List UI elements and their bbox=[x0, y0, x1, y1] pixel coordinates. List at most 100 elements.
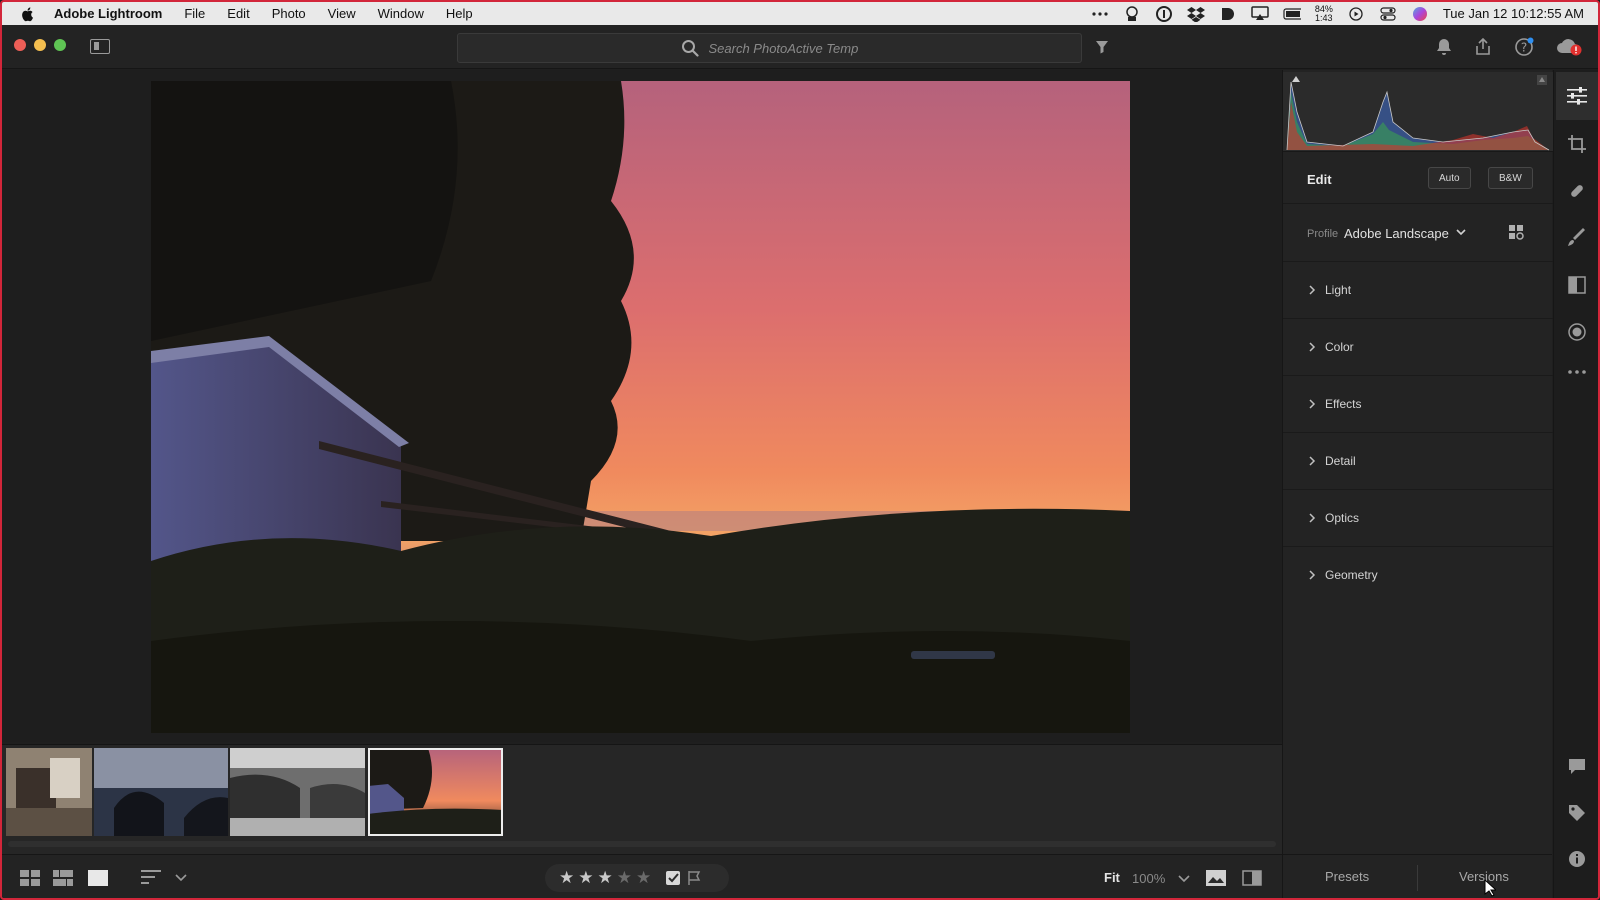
menu-bar-clock[interactable]: Tue Jan 12 10:12:55 AM bbox=[1443, 6, 1584, 21]
section-label: Color bbox=[1325, 340, 1354, 354]
shadow-clip-icon[interactable] bbox=[1291, 75, 1301, 83]
help-icon[interactable]: ? bbox=[1514, 37, 1534, 57]
section-effects[interactable]: Effects bbox=[1283, 376, 1553, 433]
edit-tool[interactable] bbox=[1556, 72, 1598, 120]
tool-strip bbox=[1553, 70, 1598, 898]
apple-icon[interactable] bbox=[20, 6, 36, 22]
chevron-down-icon[interactable] bbox=[175, 874, 187, 882]
before-after-icon[interactable] bbox=[1206, 870, 1226, 886]
filmstrip-scrollbar[interactable] bbox=[8, 841, 1276, 847]
menu-app-name[interactable]: Adobe Lightroom bbox=[54, 6, 162, 21]
screen-mirroring-icon[interactable] bbox=[1251, 6, 1269, 21]
healing-tool[interactable] bbox=[1566, 180, 1588, 202]
star-icon-5[interactable]: ★ bbox=[636, 868, 651, 888]
section-label: Effects bbox=[1325, 397, 1362, 411]
star-icon-4[interactable]: ★ bbox=[617, 868, 632, 888]
more-icon[interactable] bbox=[1091, 7, 1109, 21]
search-bar[interactable] bbox=[457, 33, 1082, 63]
chevron-right-icon bbox=[1309, 570, 1316, 580]
presets-versions-bar: Presets Versions bbox=[1282, 854, 1552, 898]
menu-photo[interactable]: Photo bbox=[272, 6, 306, 21]
battery-status: 84% 1:43 bbox=[1315, 4, 1333, 23]
siri-icon[interactable] bbox=[1411, 6, 1429, 21]
sliders-icon bbox=[1567, 87, 1587, 105]
presets-button[interactable]: Presets bbox=[1325, 869, 1369, 884]
bell-icon[interactable] bbox=[1436, 38, 1452, 56]
menu-view[interactable]: View bbox=[328, 6, 356, 21]
brush-tool[interactable] bbox=[1566, 227, 1588, 249]
svg-text:?: ? bbox=[1521, 41, 1527, 55]
section-color[interactable]: Color bbox=[1283, 319, 1553, 376]
filmstrip-thumbnail-selected[interactable] bbox=[368, 748, 503, 836]
chevron-down-icon[interactable] bbox=[1455, 226, 1467, 238]
pick-flag-icon[interactable] bbox=[665, 870, 683, 886]
alfred-icon[interactable] bbox=[1123, 5, 1141, 21]
filmstrip-thumbnail[interactable] bbox=[230, 748, 365, 836]
compare-icon[interactable] bbox=[1242, 870, 1262, 886]
square-grid-icon[interactable] bbox=[20, 870, 40, 886]
edit-panel: Edit Auto B&W Profile Adobe Landscape Li… bbox=[1282, 70, 1553, 854]
close-window-button[interactable] bbox=[14, 39, 26, 51]
search-input[interactable] bbox=[708, 40, 859, 56]
battery-icon[interactable] bbox=[1283, 7, 1301, 21]
filmstrip-thumbnail[interactable] bbox=[6, 748, 92, 836]
menu-bar-status: 84% 1:43 Tue Jan 12 10:12:55 AM bbox=[1091, 2, 1584, 25]
detail-view-icon[interactable] bbox=[88, 870, 108, 886]
zoom-fit-button[interactable]: Fit bbox=[1104, 870, 1120, 885]
app-d-icon[interactable] bbox=[1219, 7, 1237, 21]
reject-flag-icon[interactable] bbox=[687, 870, 703, 886]
comments-tool[interactable] bbox=[1566, 755, 1588, 777]
section-geometry[interactable]: Geometry bbox=[1283, 547, 1553, 604]
section-detail[interactable]: Detail bbox=[1283, 433, 1553, 490]
filmstrip-thumbnail[interactable] bbox=[94, 748, 228, 836]
cloud-icon[interactable] bbox=[1556, 37, 1582, 57]
minimize-window-button[interactable] bbox=[34, 39, 46, 51]
menu-file[interactable]: File bbox=[184, 6, 205, 21]
maximize-window-button[interactable] bbox=[54, 39, 66, 51]
section-light[interactable]: Light bbox=[1283, 262, 1553, 319]
mouse-cursor-icon bbox=[1484, 879, 1496, 897]
onepassword-icon[interactable] bbox=[1155, 5, 1173, 22]
profile-row: Profile Adobe Landscape bbox=[1283, 204, 1553, 262]
zoom-chevron-icon[interactable] bbox=[1178, 875, 1190, 883]
dropbox-icon[interactable] bbox=[1186, 6, 1205, 22]
app-toolbar: ? bbox=[2, 25, 1598, 69]
more-tools[interactable] bbox=[1566, 361, 1588, 383]
profile-dropdown[interactable]: Adobe Landscape bbox=[1344, 226, 1449, 241]
crop-tool[interactable] bbox=[1566, 133, 1588, 155]
info-tool[interactable] bbox=[1566, 848, 1588, 870]
zoom-level[interactable]: 100% bbox=[1132, 871, 1165, 886]
search-icon bbox=[681, 40, 699, 57]
divider bbox=[1417, 865, 1418, 891]
info-icon bbox=[1569, 851, 1585, 867]
highlight-clip-icon[interactable] bbox=[1537, 75, 1547, 85]
radial-gradient-tool[interactable] bbox=[1566, 321, 1588, 343]
comment-icon bbox=[1569, 759, 1585, 774]
section-label: Geometry bbox=[1325, 568, 1378, 582]
histogram bbox=[1283, 72, 1553, 152]
linear-gradient-tool[interactable] bbox=[1566, 274, 1588, 296]
linear-gradient-icon bbox=[1568, 276, 1586, 294]
auto-button[interactable]: Auto bbox=[1428, 167, 1471, 189]
star-icon-1[interactable]: ★ bbox=[559, 868, 574, 888]
filter-icon[interactable] bbox=[1095, 40, 1109, 54]
main-photo[interactable] bbox=[151, 81, 1130, 733]
photo-grid-icon[interactable] bbox=[53, 870, 73, 886]
section-optics[interactable]: Optics bbox=[1283, 490, 1553, 547]
star-icon-3[interactable]: ★ bbox=[598, 868, 613, 888]
profile-browser-icon[interactable] bbox=[1508, 224, 1524, 240]
control-center-icon[interactable] bbox=[1379, 6, 1397, 21]
menu-help[interactable]: Help bbox=[446, 6, 473, 21]
play-icon[interactable] bbox=[1347, 6, 1365, 21]
bw-button[interactable]: B&W bbox=[1488, 167, 1533, 189]
star-icon-2[interactable]: ★ bbox=[578, 868, 593, 888]
share-icon[interactable] bbox=[1474, 38, 1492, 56]
keywords-tool[interactable] bbox=[1566, 802, 1588, 824]
sidebar-toggle-icon[interactable] bbox=[90, 39, 110, 54]
menu-edit[interactable]: Edit bbox=[227, 6, 249, 21]
sort-icon[interactable] bbox=[141, 870, 161, 884]
menu-window[interactable]: Window bbox=[378, 6, 424, 21]
section-label: Detail bbox=[1325, 454, 1356, 468]
chevron-right-icon bbox=[1309, 342, 1316, 352]
toolbar-right-actions: ? bbox=[1436, 37, 1582, 57]
